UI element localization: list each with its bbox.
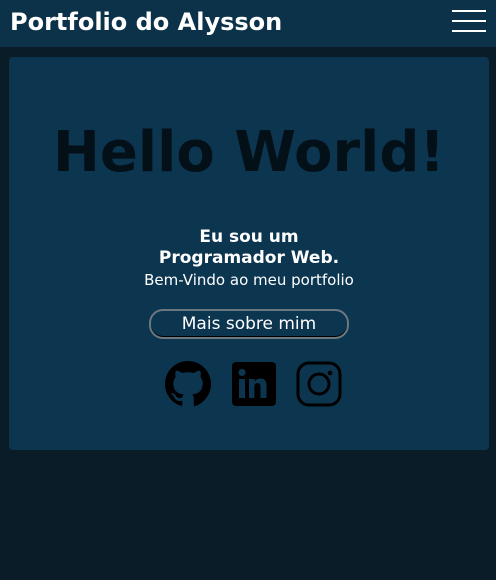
menu-bar-middle [452, 20, 486, 22]
hero-title: Hello World! [53, 120, 445, 185]
top-navbar: Portfolio do Alysson [0, 0, 496, 47]
about-me-button[interactable]: Mais sobre mim [149, 309, 349, 339]
linkedin-icon[interactable] [230, 360, 278, 408]
welcome-text: Bem-Vindo ao meu portfolio [144, 271, 354, 289]
hero-card: Hello World! Eu sou um Programador Web. … [9, 57, 489, 450]
menu-bar-top [452, 10, 486, 12]
instagram-icon[interactable] [295, 360, 343, 408]
github-icon[interactable] [164, 360, 212, 408]
intro-line-1: Eu sou um [199, 227, 299, 247]
menu-bar-bottom [452, 30, 486, 32]
site-brand[interactable]: Portfolio do Alysson [10, 6, 282, 38]
intro-line-2: Programador Web. [158, 248, 340, 268]
hamburger-menu-icon[interactable] [450, 9, 488, 37]
intro-text: Eu sou um Programador Web. [9, 227, 489, 269]
